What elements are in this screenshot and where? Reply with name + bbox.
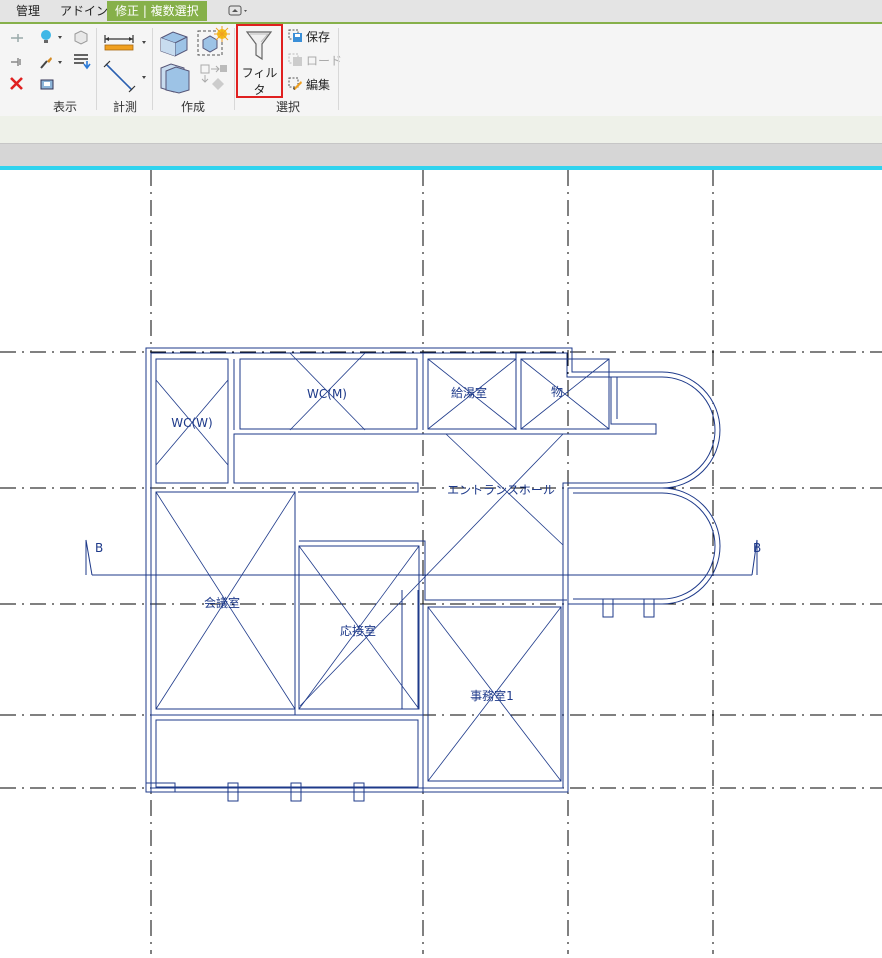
tab-modify-multiselect[interactable]: 修正 | 複数選択 [107,1,207,21]
ribbon-empty-area [0,116,882,143]
view-cube-icon[interactable] [39,77,57,96]
tab-addins[interactable]: アドイン [60,2,108,20]
paintbrush-icon[interactable] [38,54,64,74]
room-label-jimushitsu[interactable]: 事務室1 [470,688,514,703]
lightbulb-icon[interactable] [38,29,64,49]
hide-cube-icon[interactable] [72,29,90,49]
grid-lines[interactable] [0,170,882,954]
load-selection-icon[interactable] [287,51,303,71]
measure-dimension-icon[interactable] [102,30,150,56]
save-selection-icon[interactable] [287,27,303,47]
create-part-icon[interactable] [158,28,192,62]
options-bar [0,143,882,167]
panel-separator [96,28,97,110]
ribbon-tab-bar: 管理 アドイン 修正 | 複数選択 [0,0,882,24]
create-assembly-icon[interactable] [158,62,192,98]
ribbon: 表示 計測 作成 フィルタ 保存 ロード 編集 選択 [0,24,882,117]
chevron-down-icon [228,5,247,16]
panel-label-select: 選択 [276,100,301,114]
panel-label-measure: 計測 [113,100,138,114]
room-label-kaigishitsu[interactable]: 会議室 [204,595,240,610]
unpin-icon[interactable] [8,54,26,73]
section-line[interactable] [85,539,758,576]
create-similar-icon[interactable] [198,62,230,96]
floor-plan-view[interactable]: B B WC(W) WC(M) 給湯室 物 エントランスホール 会議室 応接室 … [0,170,882,954]
save-selection-button[interactable]: 保存 [306,28,330,45]
edit-selection-icon[interactable] [287,75,303,95]
filter-button-label: フィルタ [241,66,278,97]
linework-icon[interactable] [72,52,92,74]
section-mark-right[interactable]: B [753,541,761,555]
panel-label-create: 作成 [181,100,206,114]
room-label-entrance-hall[interactable]: エントランスホール [447,483,555,497]
section-mark-left[interactable]: B [95,541,103,555]
filter-button[interactable]: フィルタ [236,24,283,98]
tab-manage[interactable]: 管理 [16,2,40,20]
room-label-wc-m[interactable]: WC(M) [307,387,347,401]
room-separators[interactable] [155,352,610,782]
room-label-kyutoshitsu[interactable]: 給湯室 [451,385,487,400]
load-selection-button[interactable]: ロード [306,52,342,69]
create-group-icon[interactable] [196,26,230,62]
edit-selection-button[interactable]: 編集 [306,76,330,93]
measure-line-icon[interactable] [102,58,150,98]
panel-separator [234,28,235,110]
room-label-osetsushitsu[interactable]: 応接室 [340,623,376,638]
pin-icon[interactable] [8,30,26,49]
filter-funnel-icon [245,31,273,61]
panel-separator [338,28,339,110]
panel-label-display: 表示 [53,100,78,114]
panel-separator [152,28,153,110]
delete-icon[interactable] [9,76,25,96]
floor-plan-drawing[interactable]: B B WC(W) WC(M) 給湯室 物 エントランスホール 会議室 応接室 … [0,170,882,954]
room-label-wc-w[interactable]: WC(W) [171,416,212,430]
contextual-tab-toggle[interactable] [228,4,250,18]
room-label-mono[interactable]: 物 [551,385,563,399]
